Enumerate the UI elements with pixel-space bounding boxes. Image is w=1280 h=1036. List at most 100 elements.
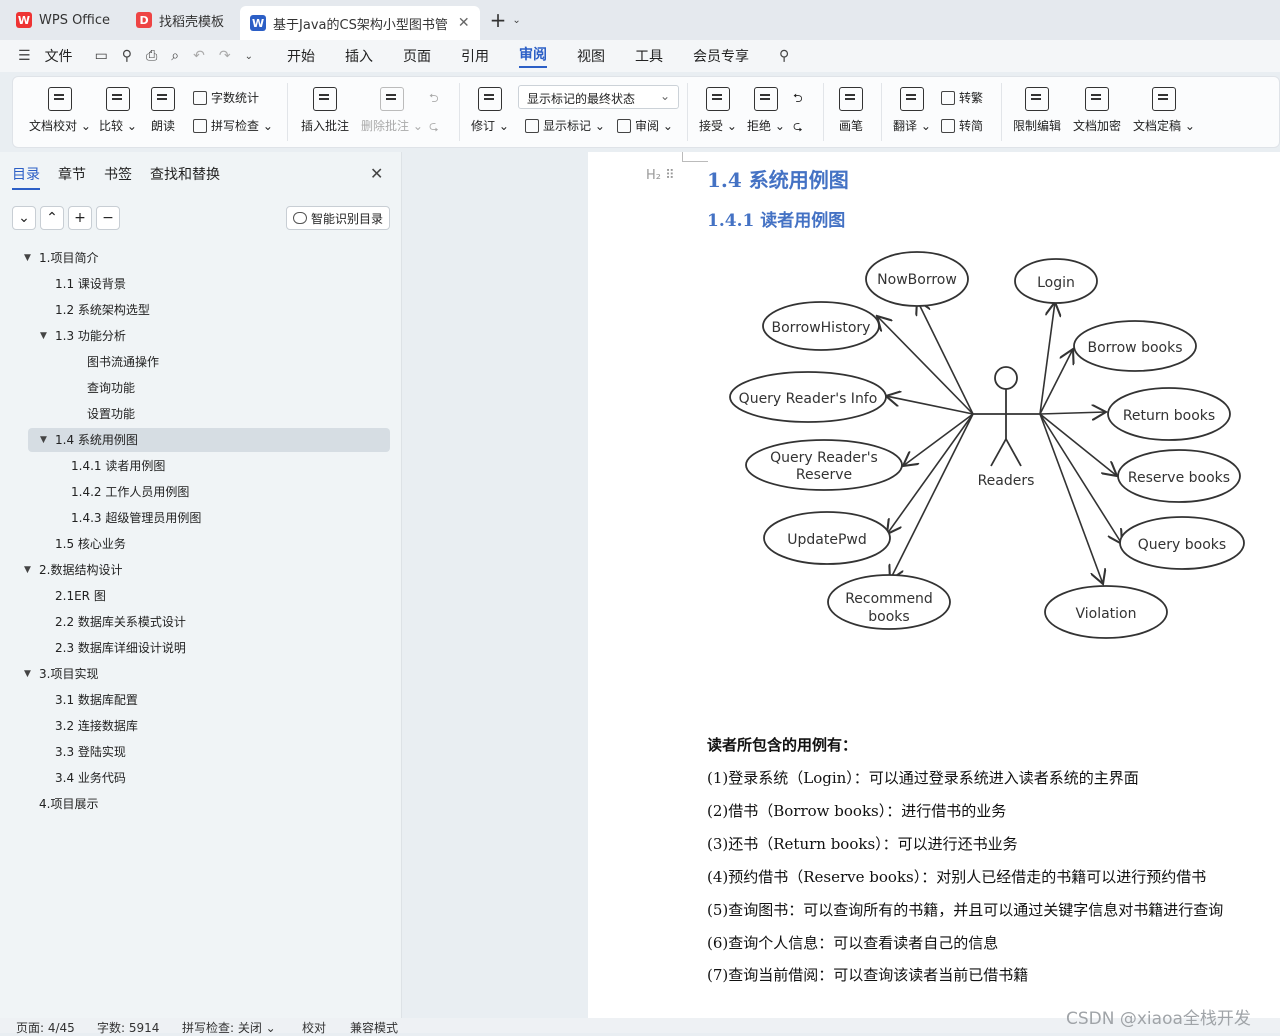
smart-toc-button[interactable]: 智能识别目录 <box>286 206 390 230</box>
to-traditional-button[interactable]: 转繁 <box>941 89 983 106</box>
paragraph-item[interactable]: (3)还书（Return books）：可以进行还书业务 <box>707 833 1018 854</box>
pen-button[interactable]: 画笔 <box>839 87 863 134</box>
spell-check-status[interactable]: 拼写检查: 关闭 ⌄ <box>182 1019 276 1036</box>
close-icon[interactable]: ✕ <box>370 164 383 183</box>
paragraph-item[interactable]: (6)查询个人信息：可以查看读者自己的信息 <box>707 932 998 953</box>
delete-comment-button[interactable]: 删除批注 ⌄ <box>361 87 423 134</box>
collapse-up-button[interactable]: ⌃ <box>40 206 64 230</box>
spell-check-button[interactable]: 拼写检查 ⌄ <box>193 117 273 134</box>
toc-item[interactable]: 1.4 系统用例图 <box>55 428 138 452</box>
tab-docer[interactable]: D 找稻壳模板 <box>126 4 234 36</box>
word-count-indicator[interactable]: 字数: 5914 <box>97 1019 159 1036</box>
compat-mode-status[interactable]: 兼容模式 <box>350 1019 398 1036</box>
redo-icon[interactable]: ↷ <box>219 48 231 64</box>
toc-item[interactable]: 2.数据结构设计 <box>39 558 122 582</box>
toc-item[interactable]: 1.5 核心业务 <box>55 532 126 556</box>
finalize-button[interactable]: 文档定稿 ⌄ <box>1133 87 1195 134</box>
toc-item[interactable]: 3.1 数据库配置 <box>55 688 138 712</box>
tab-document[interactable]: W 基于Java的CS架构小型图书管 ✕ <box>240 6 480 40</box>
toc-item[interactable]: 3.2 连接数据库 <box>55 714 138 738</box>
toc-item[interactable]: 查询功能 <box>87 376 135 400</box>
remove-heading-button[interactable]: − <box>96 206 120 230</box>
heading-2[interactable]: 1.4 系统用例图 <box>707 164 849 193</box>
expand-arrow-icon[interactable]: ▼ <box>40 331 47 341</box>
toc-item[interactable]: 1.4.3 超级管理员用例图 <box>71 506 201 530</box>
menu-tools[interactable]: 工具 <box>635 46 663 66</box>
toc-item[interactable]: 4.项目展示 <box>39 792 98 816</box>
word-count-button[interactable]: 字数统计 <box>193 89 259 106</box>
prev-change-icon[interactable]: ⮌ <box>793 89 803 110</box>
expand-arrow-icon[interactable]: ▼ <box>24 253 31 263</box>
toc-item[interactable]: 1.3 功能分析 <box>55 324 126 348</box>
reject-button[interactable]: 拒绝 ⌄ <box>747 87 785 134</box>
restrict-edit-button[interactable]: 限制编辑 <box>1013 87 1061 134</box>
tab-wps-office[interactable]: W WPS Office <box>6 4 120 36</box>
tab-find-replace[interactable]: 查找和替换 <box>150 164 220 184</box>
chevron-down-icon[interactable]: ⌄ <box>245 51 253 62</box>
tab-bookmarks[interactable]: 书签 <box>104 164 132 184</box>
accept-button[interactable]: 接受 ⌄ <box>699 87 737 134</box>
menu-page[interactable]: 页面 <box>403 46 431 66</box>
markup-mode-select[interactable]: 显示标记的最终状态 ⌄ <box>518 85 679 109</box>
paragraph-item[interactable]: (7)查询当前借阅：可以查询该读者当前已借书籍 <box>707 964 1028 985</box>
to-simplified-button[interactable]: 转简 <box>941 117 983 134</box>
next-change-icon[interactable]: ⮎ <box>793 117 803 138</box>
new-tab-icon[interactable]: + <box>490 8 507 32</box>
toc-item[interactable]: 1.项目简介 <box>39 246 98 270</box>
paragraph-item[interactable]: (4)预约借书（Reserve books）：对别人已经借走的书籍可以进行预约借… <box>707 866 1206 887</box>
toc-item[interactable]: 1.4.2 工作人员用例图 <box>71 480 189 504</box>
insert-comment-button[interactable]: 插入批注 <box>301 87 349 134</box>
proofread-button[interactable]: 文档校对 ⌄ <box>29 87 91 134</box>
undo-icon[interactable]: ↶ <box>193 48 205 64</box>
toc-item[interactable]: 1.4.1 读者用例图 <box>71 454 165 478</box>
expand-arrow-icon[interactable]: ▼ <box>24 669 31 679</box>
tab-toc[interactable]: 目录 <box>12 164 40 190</box>
heading-level-tag[interactable]: H₂ ⠿ <box>646 168 675 183</box>
paragraph-item[interactable]: (5)查询图书：可以查询所有的书籍，并且可以通过关键字信息对书籍进行查询 <box>707 899 1223 920</box>
paragraph-intro[interactable]: 读者所包含的用例有： <box>707 734 857 755</box>
compare-button[interactable]: 比较 ⌄ <box>99 87 137 134</box>
chevron-down-icon[interactable]: ⌄ <box>512 15 520 26</box>
print-icon[interactable]: ⎙ <box>146 48 157 64</box>
hamburger-icon[interactable]: ☰ <box>18 48 31 64</box>
menu-insert[interactable]: 插入 <box>345 46 373 66</box>
toc-item[interactable]: 3.项目实现 <box>39 662 98 686</box>
toc-item[interactable]: 图书流通操作 <box>87 350 159 374</box>
paragraph-item[interactable]: (1)登录系统（Login）：可以通过登录系统进入读者系统的主界面 <box>707 767 1139 788</box>
toc-item[interactable]: 2.3 数据库详细设计说明 <box>55 636 186 660</box>
toc-item[interactable]: 2.1ER 图 <box>55 584 106 608</box>
menu-home[interactable]: 开始 <box>287 46 315 66</box>
expand-arrow-icon[interactable]: ▼ <box>40 435 47 445</box>
menu-reference[interactable]: 引用 <box>461 46 489 66</box>
track-changes-button[interactable]: 修订 ⌄ <box>471 87 509 134</box>
toc-item[interactable]: 设置功能 <box>87 402 135 426</box>
prev-comment-icon[interactable]: ⮌ <box>429 89 439 110</box>
toc-item[interactable]: 2.2 数据库关系模式设计 <box>55 610 186 634</box>
search-icon[interactable]: ⚲ <box>779 48 789 64</box>
expand-all-button[interactable]: ⌄ <box>12 206 36 230</box>
menu-review[interactable]: 审阅 <box>518 44 547 68</box>
page-indicator[interactable]: 页面: 4/45 <box>16 1019 75 1036</box>
heading-3[interactable]: 1.4.1 读者用例图 <box>707 206 845 231</box>
save-icon[interactable]: ▭ <box>95 48 108 64</box>
next-comment-icon[interactable]: ⮎ <box>429 117 439 138</box>
add-heading-button[interactable]: + <box>68 206 92 230</box>
paragraph-item[interactable]: (2)借书（Borrow books）：进行借书的业务 <box>707 800 1006 821</box>
proofread-status[interactable]: 校对 <box>302 1019 326 1036</box>
toc-item[interactable]: 1.1 课设背景 <box>55 272 126 296</box>
toc-item[interactable]: 1.2 系统架构选型 <box>55 298 150 322</box>
show-markup-button[interactable]: 显示标记 ⌄ <box>525 117 605 134</box>
expand-arrow-icon[interactable]: ▼ <box>24 565 31 575</box>
menu-file[interactable]: 文件 <box>45 46 73 66</box>
review-pane-button[interactable]: 审阅 ⌄ <box>617 117 673 134</box>
encrypt-button[interactable]: 文档加密 <box>1073 87 1121 134</box>
print-preview-icon[interactable]: ⌕ <box>171 48 179 64</box>
translate-button[interactable]: 翻译 ⌄ <box>893 87 931 134</box>
read-aloud-button[interactable]: 朗读 <box>151 87 175 134</box>
close-icon[interactable]: ✕ <box>458 15 470 31</box>
share-icon[interactable]: ⚲ <box>122 48 132 64</box>
tab-chapters[interactable]: 章节 <box>58 164 86 184</box>
menu-view[interactable]: 视图 <box>577 46 605 66</box>
menu-member[interactable]: 会员专享 <box>693 46 749 66</box>
toc-item[interactable]: 3.4 业务代码 <box>55 766 126 790</box>
